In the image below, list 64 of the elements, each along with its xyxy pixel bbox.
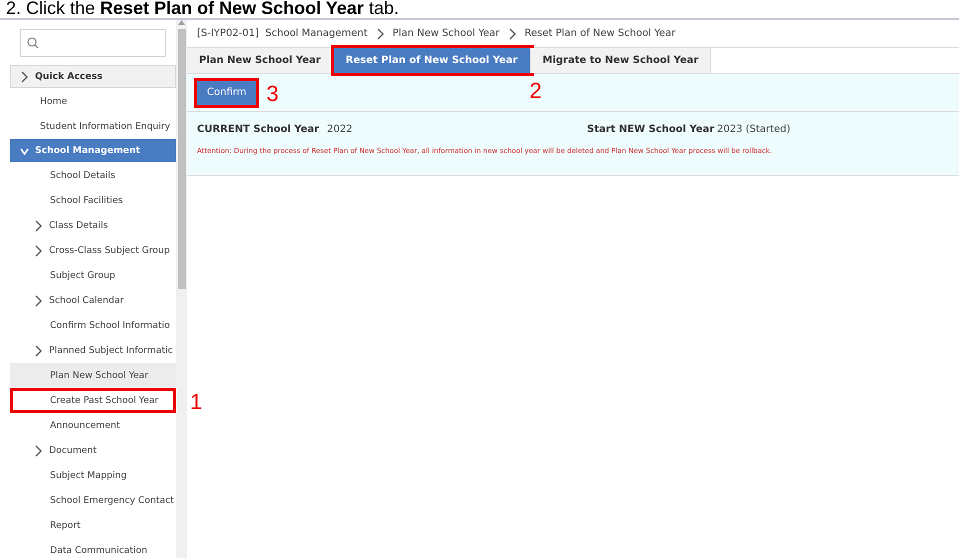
chevron-icon	[34, 220, 43, 232]
chevron-icon	[376, 28, 385, 40]
sidebar-item[interactable]: Home	[10, 89, 176, 114]
sidebar-item[interactable]: Student Information Enquiry	[10, 114, 176, 139]
sidebar-item[interactable]: School Management	[10, 139, 176, 162]
sidebar-item[interactable]: Document	[10, 438, 176, 463]
sidebar-item[interactable]: Subject Mapping	[10, 463, 176, 488]
item-label: Class Details	[49, 220, 108, 231]
step-number: 1	[190, 389, 202, 415]
sidebar-item[interactable]: Planned Subject Informatic	[10, 338, 176, 363]
item-label: Subject Mapping	[50, 470, 127, 481]
search-icon	[27, 37, 39, 49]
search-field[interactable]	[20, 29, 166, 57]
sidebar-item[interactable]: School Emergency Contact	[10, 488, 176, 513]
scroll-up-icon[interactable]	[178, 20, 185, 25]
item-label: Plan New School Year	[50, 370, 148, 381]
item-label: Report	[50, 520, 80, 531]
sidebar-item[interactable]: Cross-Class Subject Group	[10, 238, 176, 263]
item-label: Document	[49, 445, 97, 456]
sidebar-item[interactable]: Confirm School Informatio	[10, 313, 176, 338]
sidebar-item[interactable]: Plan New School Year	[10, 363, 176, 388]
item-label: Data Communication	[50, 545, 148, 556]
sidebar-item[interactable]: Announcement	[10, 413, 176, 438]
item-label: School Calendar	[49, 295, 124, 306]
breadcrumb-link[interactable]: Plan New School Year	[392, 28, 500, 39]
chevron-icon	[34, 244, 43, 256]
item-label: Confirm School Informatio	[50, 320, 170, 331]
item-label: School Details	[50, 170, 116, 181]
item-label: Quick Access	[35, 71, 102, 82]
item-label: Announcement	[50, 420, 120, 431]
instruction-caption: 2. Click the Reset Plan of New School Year tab.	[5, 0, 400, 16]
sidebar-item[interactable]: School Calendar	[10, 288, 176, 313]
chevron-icon	[34, 294, 43, 306]
step-number: 2	[530, 78, 542, 104]
item-label: Planned Subject Informatic	[49, 345, 173, 356]
sidebar-item[interactable]: Class Details	[10, 213, 176, 238]
item-label: School Management	[35, 145, 140, 156]
breadcrumb-link[interactable]: [S-IYP02-01] School Management	[197, 28, 368, 39]
field-value: 2022	[327, 124, 354, 135]
field-value: 2023 (Started)	[717, 124, 792, 135]
item-label: Subject Group	[50, 270, 116, 281]
sidebar-item[interactable]: Report	[10, 513, 176, 538]
step-number: 3	[266, 80, 279, 106]
item-label: Home	[40, 96, 68, 107]
field-label: Start NEW School Year	[587, 124, 716, 135]
chevron-icon	[20, 70, 29, 82]
item-label: Create Past School Year	[50, 395, 158, 406]
tab[interactable]: Migrate to New School Year	[530, 48, 712, 73]
chevron-icon	[34, 344, 43, 356]
item-label: Student Information Enquiry	[40, 121, 170, 132]
sidebar-item[interactable]: Data Communication	[10, 538, 176, 558]
field-label: CURRENT School Year	[197, 124, 320, 135]
sidebar-item[interactable]: Subject Group	[10, 263, 176, 288]
sidebar-item[interactable]: School Facilities	[10, 188, 176, 213]
scrollbar[interactable]	[176, 20, 187, 558]
chevron-icon	[508, 28, 517, 40]
breadcrumb-link[interactable]: Reset Plan of New School Year	[524, 28, 676, 39]
item-label: School Facilities	[50, 195, 123, 206]
chevron-icon	[34, 444, 43, 456]
sidebar-item[interactable]: Quick Access	[10, 65, 176, 88]
item-label: Cross-Class Subject Group	[49, 245, 170, 256]
item-label: School Emergency Contact	[50, 495, 174, 506]
tab[interactable]: Plan New School Year	[187, 48, 334, 73]
sidebar-item[interactable]: School Details	[10, 163, 176, 188]
